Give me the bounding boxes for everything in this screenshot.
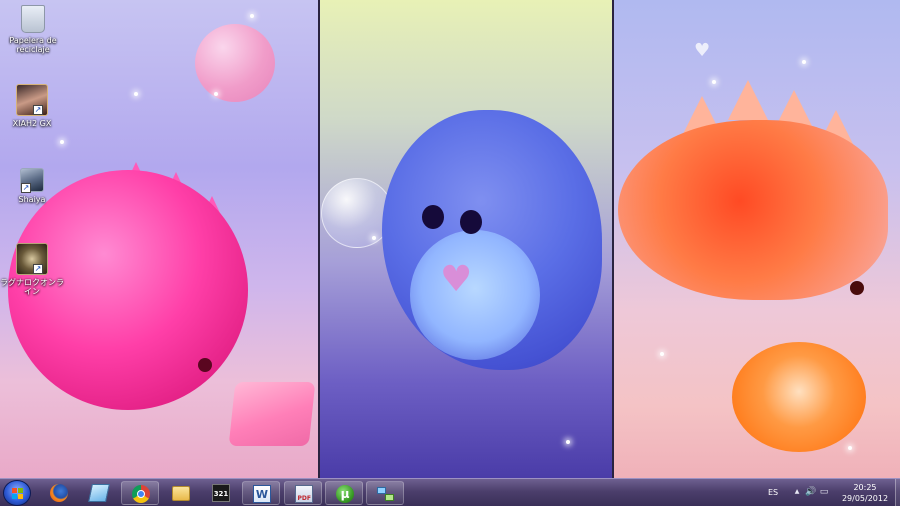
sparkle: [848, 446, 852, 450]
game-shortcut-icon: ↗: [16, 243, 48, 275]
start-button[interactable]: [3, 480, 31, 506]
show-hidden-icons-button[interactable]: ▲: [792, 487, 802, 497]
taskbar: 321 W PDF µ ES ▲ 🔊 ▭ 20:25 29/05/2012: [0, 478, 900, 506]
volume-icon[interactable]: 🔊: [805, 487, 816, 497]
desktop-icon-label: Shaiya: [18, 195, 46, 204]
taskbar-chrome-button[interactable]: [121, 481, 159, 505]
firefox-icon: [50, 484, 68, 502]
game-shortcut-icon: ↗: [20, 168, 44, 193]
desktop-wallpaper: ♥ ♥: [0, 0, 900, 478]
network-icon: [377, 485, 395, 503]
film-icon: 321: [212, 484, 230, 502]
shortcut-arrow-icon: ↗: [33, 264, 43, 274]
pink-bubble: [195, 24, 275, 102]
show-desktop-button[interactable]: [895, 479, 900, 506]
taskbar-notepad-button[interactable]: [80, 481, 118, 505]
shortcut-arrow-icon: ↗: [33, 105, 43, 115]
desktop-icon-recycle-bin[interactable]: Papelera de reciclaje: [1, 5, 65, 54]
notepad-icon: [88, 484, 110, 502]
sparkle: [712, 80, 716, 84]
taskbar-firefox-button[interactable]: [40, 481, 78, 505]
pink-dino-eye: [198, 358, 212, 372]
sparkle: [802, 60, 806, 64]
sparkle: [134, 92, 138, 96]
taskbar-media-player-button[interactable]: 321: [202, 481, 240, 505]
game-shortcut-icon: ↗: [16, 84, 48, 116]
desktop-icon-label: ラグナロクオンライン: [0, 278, 64, 296]
orange-dino-plate: [728, 80, 768, 120]
clock-time: 20:25: [853, 483, 877, 492]
wallpaper-divider: [318, 0, 320, 478]
recycle-bin-icon: [21, 5, 45, 33]
heart-icon: ♥: [694, 40, 711, 61]
shortcut-arrow-icon: ↗: [21, 183, 31, 193]
blue-dino-belly: [410, 230, 540, 360]
desktop-icon-ragnarok[interactable]: ↗ ラグナロクオンライン: [0, 243, 64, 296]
taskbar-network-button[interactable]: [366, 481, 404, 505]
taskbar-pdf-button[interactable]: PDF: [284, 481, 322, 505]
network-status-icon[interactable]: ▭: [819, 487, 829, 497]
sparkle: [214, 92, 218, 96]
sparkle: [660, 352, 664, 356]
orange-dino: [618, 120, 888, 300]
utorrent-icon: µ: [336, 485, 354, 503]
sparkle: [566, 440, 570, 444]
orange-slice: [732, 342, 866, 452]
wallpaper-divider: [612, 0, 614, 478]
windows-logo-icon: [12, 488, 24, 500]
desktop-icon-label: XIAH2 GX: [12, 119, 52, 128]
taskbar-explorer-button[interactable]: [162, 481, 200, 505]
clock-date: 29/05/2012: [841, 494, 889, 503]
chrome-icon: [132, 485, 150, 503]
blue-dino-eye: [422, 205, 444, 229]
pdf-icon: PDF: [295, 485, 313, 503]
sparkle: [250, 14, 254, 18]
word-icon: W: [253, 485, 271, 503]
taskbar-word-button[interactable]: W: [242, 481, 280, 505]
heart-icon: ♥: [440, 259, 473, 300]
language-indicator[interactable]: ES: [768, 488, 778, 506]
desktop-icon-label: Papelera de reciclaje: [9, 36, 57, 54]
blue-dino-eye: [460, 210, 482, 234]
desktop-icon-xiah2[interactable]: ↗ XIAH2 GX: [0, 84, 64, 128]
sparkle: [372, 236, 376, 240]
pink-jelly-cube: [228, 382, 316, 446]
orange-dino-eye: [850, 281, 864, 295]
taskbar-utorrent-button[interactable]: µ: [325, 481, 363, 505]
folder-icon: [172, 486, 190, 501]
clock[interactable]: 20:25 29/05/2012: [836, 482, 894, 504]
desktop-icon-shaiya[interactable]: ↗ Shaiya: [0, 168, 64, 204]
sparkle: [60, 140, 64, 144]
